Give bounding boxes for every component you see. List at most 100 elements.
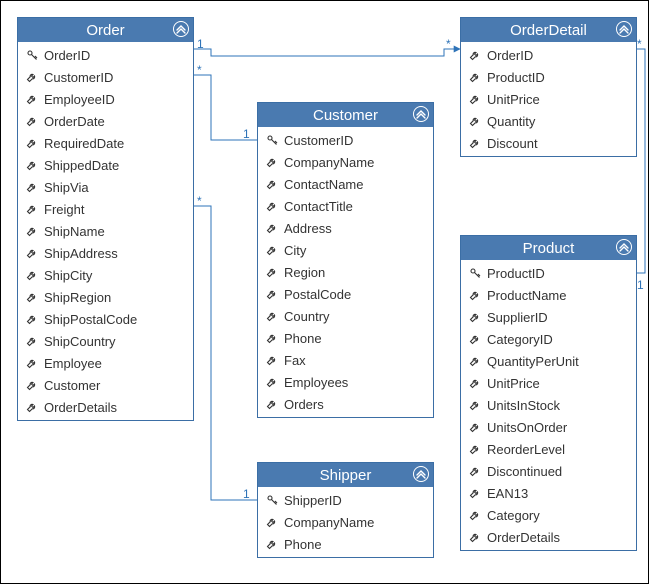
connector-order-to-detail: [192, 49, 460, 56]
attribute-row[interactable]: City: [258, 239, 433, 261]
attribute-row[interactable]: Customer: [18, 374, 193, 396]
attribute-row[interactable]: ShipName: [18, 220, 193, 242]
attribute-row[interactable]: SupplierID: [461, 306, 636, 328]
wrench-icon: [264, 178, 280, 190]
attribute-row[interactable]: EmployeeID: [18, 88, 193, 110]
attribute-label: SupplierID: [487, 310, 548, 325]
attribute-row[interactable]: QuantityPerUnit: [461, 350, 636, 372]
attribute-label: Country: [284, 309, 330, 324]
attribute-label: Customer: [44, 378, 100, 393]
attribute-label: EmployeeID: [44, 92, 115, 107]
collapse-icon[interactable]: [616, 21, 632, 37]
attribute-row[interactable]: UnitPrice: [461, 88, 636, 110]
attribute-row[interactable]: OrderDetails: [461, 526, 636, 548]
attribute-row[interactable]: Quantity: [461, 110, 636, 132]
cardinality-label: 1: [243, 487, 250, 501]
attribute-row[interactable]: ProductID: [461, 66, 636, 88]
entity-product[interactable]: ProductProductIDProductName SupplierID Cat…: [460, 235, 637, 551]
collapse-icon[interactable]: [413, 106, 429, 122]
attribute-row[interactable]: Address: [258, 217, 433, 239]
wrench-icon: [264, 538, 280, 550]
attribute-row[interactable]: Employees: [258, 371, 433, 393]
attribute-label: CompanyName: [284, 155, 374, 170]
attribute-label: Category: [487, 508, 540, 523]
attribute-row[interactable]: Category: [461, 504, 636, 526]
entity-rows: OrderID ProductID UnitPriceQuantityDiscoun…: [461, 42, 636, 156]
attribute-row[interactable]: OrderDetails: [18, 396, 193, 418]
attribute-row[interactable]: Phone: [258, 327, 433, 349]
attribute-row[interactable]: UnitsOnOrder: [461, 416, 636, 438]
wrench-icon: [467, 377, 483, 389]
entity-orderdetail[interactable]: OrderDetailOrderID ProductID UnitPriceQuan…: [460, 17, 637, 157]
attribute-row[interactable]: ProductName: [461, 284, 636, 306]
attribute-row[interactable]: Freight: [18, 198, 193, 220]
attribute-label: ContactName: [284, 177, 363, 192]
attribute-row[interactable]: ShipRegion: [18, 286, 193, 308]
entity-order[interactable]: OrderOrderIDCustomerID EmployeeID OrderDat…: [17, 17, 194, 421]
attribute-row[interactable]: CustomerID: [258, 129, 433, 151]
attribute-label: ProductID: [487, 70, 545, 85]
attribute-row[interactable]: ShipCity: [18, 264, 193, 286]
attribute-row[interactable]: ShipCountry: [18, 330, 193, 352]
collapse-icon[interactable]: [173, 21, 189, 37]
entity-rows: OrderIDCustomerID EmployeeID OrderDate Requ…: [18, 42, 193, 420]
attribute-row[interactable]: ProductID: [461, 262, 636, 284]
attribute-row[interactable]: CustomerID: [18, 66, 193, 88]
attribute-row[interactable]: CompanyName: [258, 151, 433, 173]
attribute-row[interactable]: Orders: [258, 393, 433, 415]
attribute-row[interactable]: RequiredDate: [18, 132, 193, 154]
attribute-label: Region: [284, 265, 325, 280]
wrench-icon: [467, 531, 483, 543]
entity-customer[interactable]: Customer CustomerID CompanyName ContactName…: [257, 102, 434, 418]
entity-header[interactable]: Shipper: [258, 463, 433, 487]
attribute-row[interactable]: ReorderLevel: [461, 438, 636, 460]
wrench-icon: [264, 288, 280, 300]
attribute-row[interactable]: Country: [258, 305, 433, 327]
wrench-icon: [467, 93, 483, 105]
attribute-row[interactable]: UnitsInStock: [461, 394, 636, 416]
attribute-row[interactable]: ShippedDate: [18, 154, 193, 176]
key-icon: [264, 494, 280, 506]
attribute-label: Fax: [284, 353, 306, 368]
entity-title: Customer: [258, 107, 433, 124]
attribute-row[interactable]: Fax: [258, 349, 433, 371]
entity-header[interactable]: Customer: [258, 103, 433, 127]
attribute-row[interactable]: Phone: [258, 533, 433, 555]
attribute-row[interactable]: ShipPostalCode: [18, 308, 193, 330]
entity-header[interactable]: Product: [461, 236, 636, 260]
attribute-row[interactable]: Discontinued: [461, 460, 636, 482]
attribute-row[interactable]: EAN13: [461, 482, 636, 504]
entity-header[interactable]: OrderDetail: [461, 18, 636, 42]
attribute-label: Address: [284, 221, 332, 236]
attribute-label: RequiredDate: [44, 136, 124, 151]
attribute-label: ShipAddress: [44, 246, 118, 261]
attribute-row[interactable]: ShipperID: [258, 489, 433, 511]
key-icon: [264, 134, 280, 146]
wrench-icon: [24, 401, 40, 413]
entity-shipper[interactable]: ShipperShipperIDCompanyNamePhone: [257, 462, 434, 558]
attribute-label: CustomerID: [284, 133, 353, 148]
attribute-row[interactable]: OrderDate: [18, 110, 193, 132]
entity-rows: ShipperIDCompanyNamePhone: [258, 487, 433, 557]
attribute-row[interactable]: Region: [258, 261, 433, 283]
attribute-row[interactable]: ShipVia: [18, 176, 193, 198]
attribute-label: EAN13: [487, 486, 528, 501]
wrench-icon: [264, 354, 280, 366]
attribute-label: ShippedDate: [44, 158, 119, 173]
attribute-row[interactable]: CompanyName: [258, 511, 433, 533]
collapse-icon[interactable]: [413, 466, 429, 482]
attribute-row[interactable]: ShipAddress: [18, 242, 193, 264]
attribute-row[interactable]: ContactTitle: [258, 195, 433, 217]
entity-header[interactable]: Order: [18, 18, 193, 42]
attribute-row[interactable]: OrderID: [18, 44, 193, 66]
attribute-row[interactable]: UnitPrice: [461, 372, 636, 394]
attribute-row[interactable]: Employee: [18, 352, 193, 374]
attribute-row[interactable]: OrderID: [461, 44, 636, 66]
wrench-icon: [264, 156, 280, 168]
wrench-icon: [467, 443, 483, 455]
attribute-row[interactable]: PostalCode: [258, 283, 433, 305]
attribute-row[interactable]: ContactName: [258, 173, 433, 195]
attribute-row[interactable]: CategoryID: [461, 328, 636, 350]
collapse-icon[interactable]: [616, 239, 632, 255]
attribute-row[interactable]: Discount: [461, 132, 636, 154]
